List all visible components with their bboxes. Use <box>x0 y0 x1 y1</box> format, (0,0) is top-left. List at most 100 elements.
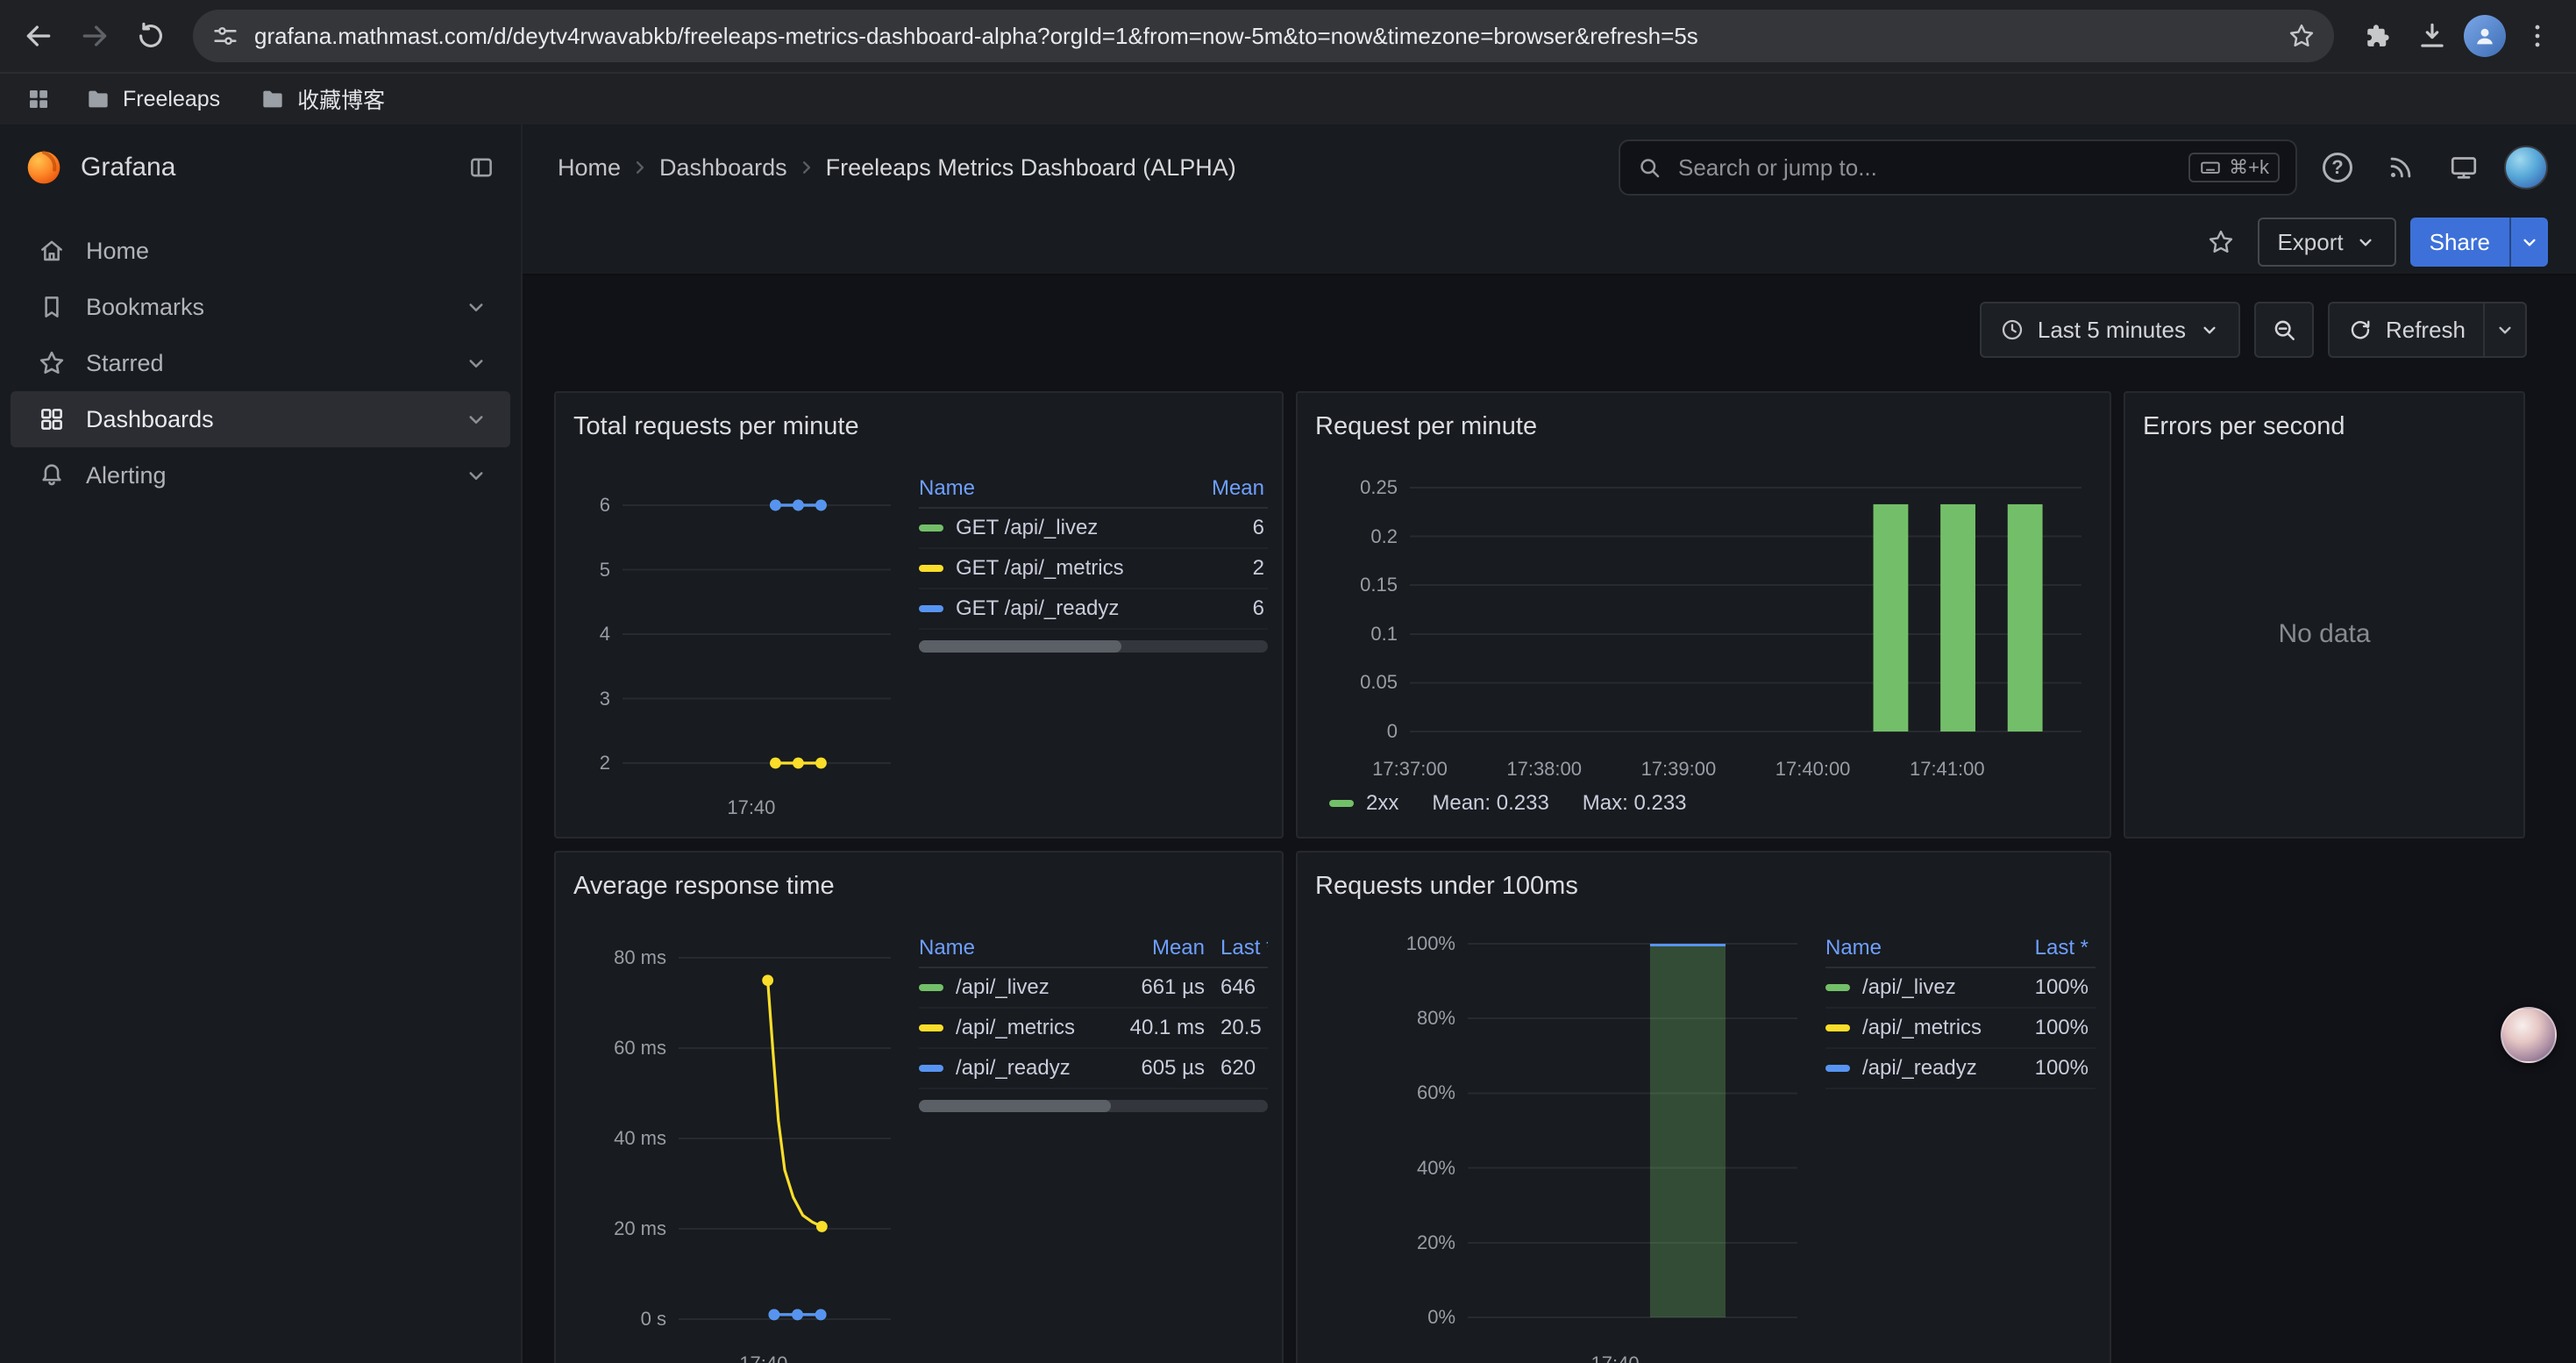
legend-row[interactable]: GET /api/_readyz 6 <box>919 589 1268 630</box>
back-button[interactable] <box>14 11 63 61</box>
breadcrumb-dashboards[interactable]: Dashboards <box>659 154 787 182</box>
dashboard-actions-bar: Export Share <box>523 211 2576 275</box>
legend-col-name[interactable]: Name <box>1825 936 2011 960</box>
panel-total-requests-per-minute: Total requests per minute 6543217:40 Nam… <box>554 391 1284 838</box>
series-last: 100% <box>2011 1016 2096 1040</box>
legend-col-name[interactable]: Name <box>919 936 1103 960</box>
sidebar: Grafana Home Bookmarks <box>0 125 523 1363</box>
export-button[interactable]: Export <box>2258 218 2395 267</box>
series-mean: 6 <box>1163 516 1268 540</box>
site-settings-icon[interactable] <box>210 21 240 51</box>
sidebar-item-starred[interactable]: Starred <box>11 335 510 391</box>
series-name: /api/_livez <box>956 975 1050 1000</box>
search-shortcut-chip: ⌘+k <box>2188 153 2280 182</box>
zoom-out-button[interactable] <box>2254 302 2314 358</box>
folder-icon <box>84 85 112 113</box>
forward-button[interactable] <box>70 11 119 61</box>
sidebar-item-home[interactable]: Home <box>11 223 510 279</box>
brand-name: Grafana <box>81 153 449 182</box>
series-swatch <box>919 1024 943 1031</box>
series-last: 620 <box>1208 1056 1268 1081</box>
legend-scrollbar[interactable] <box>919 640 1268 653</box>
dashboards-grid-icon <box>37 404 67 434</box>
legend-col-mean[interactable]: Mean <box>1163 476 1268 501</box>
grafana-logo-icon[interactable] <box>25 148 63 187</box>
sidebar-item-alerting[interactable]: Alerting <box>11 447 510 503</box>
share-button[interactable]: Share <box>2410 218 2509 267</box>
request-per-minute-chart: 0.250.20.150.10.05017:37:0017:38:0017:39… <box>1312 446 2096 784</box>
extensions-icon[interactable] <box>2352 11 2401 61</box>
legend-col-last[interactable]: Last * <box>1208 936 1268 960</box>
home-icon <box>37 236 67 266</box>
legend-row[interactable]: /api/_metrics 40.1 ms 20.5 m <box>919 1009 1268 1049</box>
legend-row[interactable]: /api/_readyz 100% <box>1825 1049 2096 1089</box>
legend-row[interactable]: GET /api/_livez 6 <box>919 509 1268 549</box>
sidebar-item-dashboards[interactable]: Dashboards <box>11 391 510 447</box>
bookmark-label: Freeleaps <box>123 87 220 112</box>
legend-row[interactable]: GET /api/_metrics 2 <box>919 549 1268 589</box>
chevron-right-icon <box>628 155 652 180</box>
search-input[interactable] <box>1675 153 2176 183</box>
series-swatch <box>919 1065 943 1072</box>
series-name: GET /api/_livez <box>956 516 1098 540</box>
dashboard-canvas: Last 5 minutes Refresh <box>523 275 2576 1363</box>
reload-button[interactable] <box>126 11 175 61</box>
chart-plot <box>1312 905 1811 1363</box>
legend-row[interactable]: /api/_readyz 605 µs 620 <box>919 1049 1268 1089</box>
search-shortcut-label: ⌘+k <box>2229 156 2269 179</box>
search-box[interactable]: ⌘+k <box>1619 139 2297 196</box>
apps-grid-icon[interactable] <box>18 78 60 120</box>
sidebar-item-label: Dashboards <box>86 406 444 433</box>
panel-errors-per-second: Errors per second No data <box>2124 391 2525 838</box>
sidebar-item-label: Home <box>86 238 489 265</box>
browser-profile-avatar[interactable] <box>2464 15 2506 57</box>
browser-menu-icon[interactable] <box>2513 11 2562 61</box>
rss-icon[interactable] <box>2378 145 2423 190</box>
floating-assistant-avatar[interactable] <box>2501 1007 2557 1063</box>
legend-col-last[interactable]: Last * <box>2011 936 2096 960</box>
panel-title[interactable]: Average response time <box>570 867 1268 905</box>
bell-icon <box>37 460 67 490</box>
share-menu-chevron[interactable] <box>2509 218 2548 267</box>
main-area: Home Dashboards Freeleaps Metrics Dashbo… <box>523 125 2576 1363</box>
panel-title[interactable]: Requests under 100ms <box>1312 867 2096 905</box>
bookmark-folder-freeleaps[interactable]: Freeleaps <box>70 80 234 118</box>
series-mean: 40.1 ms <box>1103 1016 1208 1040</box>
time-range-picker[interactable]: Last 5 minutes <box>1980 302 2240 358</box>
help-icon[interactable]: ? <box>2315 145 2360 190</box>
browser-window: grafana.mathmast.com/d/deytv4rwavabkb/fr… <box>0 0 2576 1363</box>
bookmark-label: 收藏博客 <box>297 83 385 115</box>
refresh-button-group: Refresh <box>2328 302 2527 358</box>
chevron-down-icon[interactable] <box>463 294 489 320</box>
monitor-icon[interactable] <box>2441 145 2487 190</box>
downloads-icon[interactable] <box>2408 11 2457 61</box>
legend-row[interactable]: /api/_livez 661 µs 646 <box>919 968 1268 1009</box>
legend-inline[interactable]: 2xx Mean: 0.233 Max: 0.233 <box>1312 784 2096 823</box>
panel-requests-under-100ms: Requests under 100ms 100%80%60%40%20%0%1… <box>1296 851 2111 1363</box>
breadcrumb-home[interactable]: Home <box>558 154 621 182</box>
panel-title[interactable]: Total requests per minute <box>570 407 1268 446</box>
series-swatch <box>1825 1024 1850 1031</box>
sidebar-item-label: Starred <box>86 350 444 377</box>
legend-col-name[interactable]: Name <box>919 476 1163 501</box>
bookmark-star-icon[interactable] <box>2287 21 2316 51</box>
panel-title[interactable]: Request per minute <box>1312 407 2096 446</box>
address-bar[interactable]: grafana.mathmast.com/d/deytv4rwavabkb/fr… <box>193 10 2334 62</box>
legend-row[interactable]: /api/_livez 100% <box>1825 968 2096 1009</box>
legend-row[interactable]: /api/_metrics 100% <box>1825 1009 2096 1049</box>
legend-scrollbar[interactable] <box>919 1100 1268 1112</box>
favorite-star-icon[interactable] <box>2198 219 2244 265</box>
user-avatar[interactable] <box>2504 146 2548 189</box>
legend-col-mean[interactable]: Mean <box>1103 936 1208 960</box>
search-icon <box>1636 154 1662 181</box>
bookmark-folder-blogs[interactable]: 收藏博客 <box>245 78 399 120</box>
refresh-interval-chevron[interactable] <box>2483 303 2525 356</box>
chevron-down-icon[interactable] <box>463 350 489 376</box>
collapse-sidebar-icon[interactable] <box>466 153 496 182</box>
refresh-button[interactable]: Refresh <box>2330 303 2483 356</box>
panel-title[interactable]: Errors per second <box>2139 407 2509 446</box>
url-text[interactable]: grafana.mathmast.com/d/deytv4rwavabkb/fr… <box>254 23 2273 50</box>
chevron-down-icon[interactable] <box>463 462 489 489</box>
chevron-down-icon[interactable] <box>463 406 489 432</box>
sidebar-item-bookmarks[interactable]: Bookmarks <box>11 279 510 335</box>
